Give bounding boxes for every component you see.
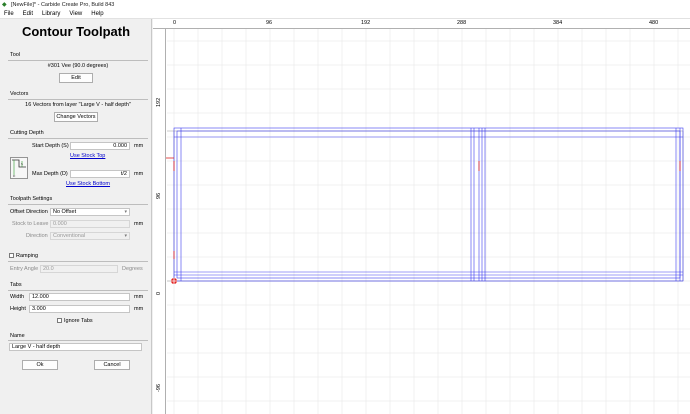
ruler-top-label: 480 <box>649 20 659 26</box>
divider <box>8 60 148 61</box>
ruler-left-label: 96 <box>156 192 162 199</box>
ok-button[interactable]: Ok <box>22 360 58 370</box>
ruler-top-label: 96 <box>266 20 273 26</box>
toolpath-settings-section-title: Toolpath Settings <box>10 196 53 202</box>
ruler-top-label: 0 <box>173 20 177 26</box>
edit-tool-button[interactable]: Edit <box>59 73 93 83</box>
start-depth-label: Start Depth (S) <box>32 143 69 149</box>
start-depth-unit: mm <box>134 143 144 149</box>
window-title: [NewFile]* - Carbide Create Pro, Build 8… <box>11 2 115 8</box>
menu-view[interactable]: View <box>69 11 82 17</box>
stock-outline <box>167 130 684 282</box>
use-stock-bottom-link[interactable]: Use Stock Bottom <box>66 181 110 187</box>
offset-direction-select[interactable]: No Offset ▾ <box>50 208 130 216</box>
divider <box>8 99 148 100</box>
menu-bar: File Edit Library View Help <box>0 10 690 19</box>
menu-file[interactable]: File <box>4 11 14 17</box>
ruler-left-label: 0 <box>156 291 162 295</box>
ramping-checkbox[interactable] <box>9 253 14 258</box>
entry-angle-unit: Degrees <box>122 266 143 272</box>
vertical-ruler: 192 96 0 -96 <box>153 29 166 414</box>
divider <box>8 340 148 341</box>
app-icon: ◆ <box>2 2 7 8</box>
canvas-drawing[interactable] <box>153 19 690 414</box>
use-stock-top-link[interactable]: Use Stock Top <box>70 153 105 159</box>
max-depth-label: Max Depth (D) <box>32 171 68 177</box>
design-canvas[interactable]: 0 96 192 288 384 480 192 96 0 -96 <box>153 19 690 414</box>
tab-height-unit: mm <box>134 306 144 312</box>
tab-markers <box>166 157 681 259</box>
divider <box>8 261 148 262</box>
offset-direction-label: Offset Direction <box>10 209 48 215</box>
menu-library[interactable]: Library <box>42 11 60 17</box>
ruler-left-label: -96 <box>156 384 162 392</box>
vectors-summary: 16 Vectors from layer "Large V - half de… <box>25 102 131 108</box>
depth-diagram-icon: D S <box>10 157 28 179</box>
offset-direction-value: No Offset <box>53 209 77 215</box>
name-section-title: Name <box>10 333 25 339</box>
ignore-tabs-label: Ignore Tabs <box>64 318 93 324</box>
tool-name: #301 Vee (90.0 degrees) <box>47 63 109 69</box>
tab-height-label: Height <box>10 306 26 312</box>
change-vectors-button[interactable]: Change Vectors <box>54 112 98 122</box>
tab-width-unit: mm <box>134 294 144 300</box>
svg-text:S: S <box>21 162 23 166</box>
ruler-top-label: 384 <box>553 20 563 26</box>
toolpath-name-input[interactable]: Large V - half depth <box>9 343 142 351</box>
tool-section-title: Tool <box>10 52 21 58</box>
ruler-top-label: 288 <box>457 20 467 26</box>
direction-select[interactable]: Conventional ▾ <box>50 232 130 240</box>
ignore-tabs-checkbox[interactable] <box>57 318 62 323</box>
cancel-button[interactable]: Cancel <box>94 360 130 370</box>
max-depth-unit: mm <box>134 171 144 177</box>
canvas-grid <box>167 29 690 414</box>
contour-toolpath-panel: Contour Toolpath Tool #301 Vee (90.0 deg… <box>0 19 152 414</box>
tab-width-input[interactable]: 12.000 <box>29 293 130 301</box>
entry-angle-input[interactable]: 20.0 <box>40 265 118 273</box>
stock-to-leave-input[interactable]: 0.000 <box>50 220 130 228</box>
horizontal-ruler: 0 96 192 288 384 480 <box>153 19 690 29</box>
direction-label: Direction <box>26 233 48 239</box>
direction-value: Conventional <box>53 233 86 239</box>
toolpath-vectors[interactable] <box>173 127 684 282</box>
ruler-top-label: 192 <box>361 20 371 26</box>
stock-to-leave-label: Stock to Leave <box>12 221 49 227</box>
tab-height-input[interactable]: 3.000 <box>29 305 130 313</box>
tab-width-label: Width <box>10 294 25 300</box>
ramping-label: Ramping <box>16 253 39 259</box>
cutting-depth-section-title: Cutting Depth <box>10 130 44 136</box>
tabs-section-title: Tabs <box>10 282 22 288</box>
divider <box>8 290 148 291</box>
menu-help[interactable]: Help <box>91 11 103 17</box>
chevron-down-icon: ▾ <box>124 209 127 215</box>
panel-heading: Contour Toolpath <box>21 24 131 39</box>
max-depth-input[interactable]: t/2 <box>70 170 130 178</box>
divider <box>8 204 148 205</box>
origin-marker-icon <box>171 278 177 284</box>
title-bar: ◆ [NewFile]* - Carbide Create Pro, Build… <box>0 0 690 10</box>
chevron-down-icon: ▾ <box>124 233 127 239</box>
start-depth-input[interactable]: 0.000 <box>70 142 130 150</box>
stock-to-leave-unit: mm <box>134 221 144 227</box>
ruler-left-label: 192 <box>156 97 162 107</box>
menu-edit[interactable]: Edit <box>23 11 33 17</box>
vectors-section-title: Vectors <box>10 91 29 97</box>
entry-angle-label: Entry Angle <box>10 266 39 272</box>
divider <box>8 138 148 139</box>
